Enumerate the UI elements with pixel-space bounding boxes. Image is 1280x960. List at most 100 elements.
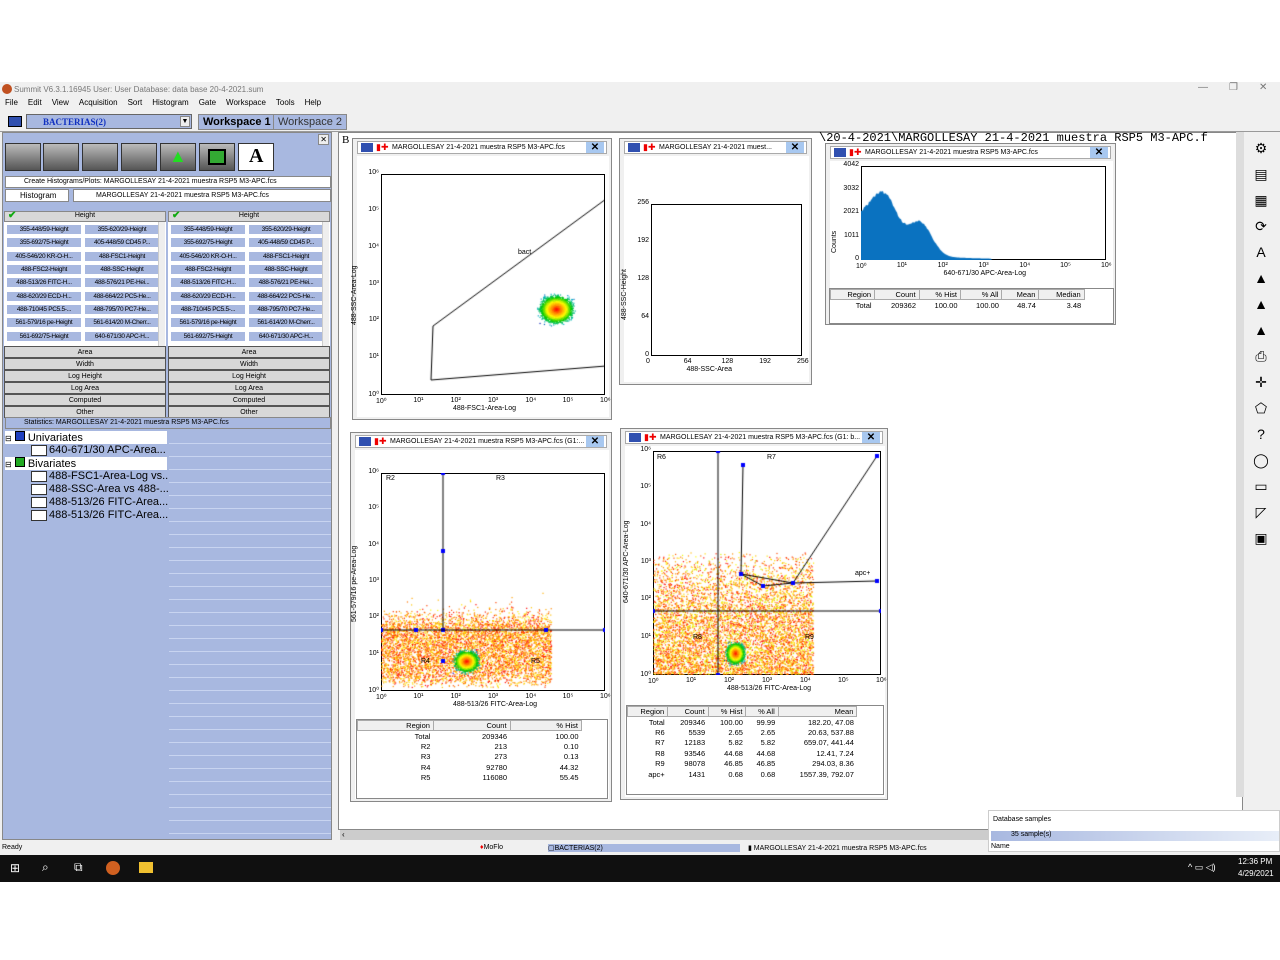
plot-title-bar[interactable]: ▮✚ MARGOLLESAY 21-4-2021 muest... ✕ bbox=[624, 141, 807, 154]
category-width[interactable]: Width bbox=[168, 358, 330, 370]
parameter-group-height[interactable]: ✔ Height bbox=[4, 210, 166, 222]
category-computed[interactable]: Computed bbox=[168, 394, 330, 406]
column-header[interactable]: Region bbox=[829, 289, 876, 300]
parameter-button[interactable]: 488-576/21 PE-Hei... bbox=[248, 277, 324, 289]
parameter-button[interactable]: 488-795/70 PC7-He... bbox=[84, 303, 160, 315]
plot-title-bar[interactable]: ▮✚ MARGOLLESAY 21-4-2021 muestra RSP5 M3-… bbox=[830, 146, 1111, 159]
gate-icon[interactable]: ⚙ bbox=[1248, 140, 1274, 162]
tag-icon[interactable]: ⬠ bbox=[1248, 400, 1274, 422]
menu-file[interactable]: File bbox=[5, 98, 18, 110]
menu-tools[interactable]: Tools bbox=[276, 98, 295, 110]
close-plot-button[interactable]: ✕ bbox=[1090, 147, 1108, 158]
parameter-button[interactable]: 355-620/29-Height bbox=[248, 224, 324, 235]
parameter-button[interactable]: 405-448/59 CD45 P... bbox=[84, 237, 160, 249]
parameter-button[interactable]: 488-664/22 PC5-He... bbox=[84, 290, 160, 302]
auto-icon[interactable]: A bbox=[1248, 244, 1274, 266]
category-log-height[interactable]: Log Height bbox=[4, 370, 166, 382]
parameter-button[interactable]: 488-664/22 PC5-He... bbox=[248, 290, 324, 302]
task-view-icon[interactable]: ⧉ bbox=[74, 860, 83, 875]
category-log-height[interactable]: Log Height bbox=[168, 370, 330, 382]
parameter-button[interactable]: 355-448/59-Height bbox=[6, 224, 82, 235]
parameter-button[interactable]: 488-576/21 PE-Hei... bbox=[84, 277, 160, 289]
parameter-button[interactable]: 488-795/70 PC7-He... bbox=[248, 303, 324, 315]
p5-plot-window[interactable]: ▮✚ MARGOLLESAY 21-4-2021 muestra RSP5 M3-… bbox=[620, 428, 888, 800]
menu-workspace[interactable]: Workspace bbox=[226, 98, 266, 110]
parameter-button[interactable]: 488-SSC-Height bbox=[248, 263, 324, 275]
parameter-button[interactable]: 488-SSC-Height bbox=[84, 263, 160, 275]
sample-dropdown[interactable]: MARGOLLESAY 21-4-2021 muestra RSP5 M3-AP… bbox=[73, 189, 331, 202]
parameter-button[interactable]: 488-FSC1-Height bbox=[248, 250, 324, 262]
menu-help[interactable]: Help bbox=[305, 98, 321, 110]
tree-item[interactable]: 488-SSC-Area vs 488-... bbox=[5, 483, 169, 496]
parameter-button[interactable]: 488-FSC2-Height bbox=[6, 263, 82, 275]
category-computed[interactable]: Computed bbox=[4, 394, 166, 406]
tree-item[interactable]: 488-513/26 FITC-Area... bbox=[5, 509, 168, 522]
plot-settings-icon[interactable] bbox=[834, 148, 846, 157]
polygon-icon[interactable]: ◸ bbox=[1248, 504, 1274, 526]
parameter-button[interactable]: 355-448/59-Height bbox=[170, 224, 246, 235]
column-header[interactable]: % Hist bbox=[918, 289, 962, 300]
rectangle-icon[interactable]: ▭ bbox=[1248, 478, 1274, 500]
parameter-button[interactable]: 561-579/16 pe-Height bbox=[6, 317, 82, 329]
column-header[interactable]: Region bbox=[357, 720, 434, 731]
system-tray-icons[interactable]: ^ ▭ ◁) bbox=[1188, 862, 1216, 873]
column-header[interactable]: % Hist bbox=[707, 706, 747, 717]
column-header[interactable]: Region bbox=[626, 706, 669, 717]
parameter-button[interactable]: 561-692/75-Height bbox=[170, 330, 246, 342]
column-header[interactable]: Count bbox=[874, 289, 920, 300]
restore-button[interactable]: ❐ bbox=[1229, 82, 1238, 93]
dotplot-tool-button[interactable] bbox=[199, 143, 235, 171]
column-header[interactable]: Mean bbox=[1001, 289, 1040, 300]
parameter-button[interactable]: 561-579/16 pe-Height bbox=[170, 317, 246, 329]
parameter-button[interactable]: 488-620/29 ECD-H... bbox=[6, 290, 82, 302]
menu-edit[interactable]: Edit bbox=[28, 98, 42, 110]
parameter-button[interactable]: 405-546/20 KR-O-H... bbox=[6, 250, 82, 262]
menu-gate[interactable]: Gate bbox=[199, 98, 216, 110]
parameter-button[interactable]: 355-692/75-Height bbox=[6, 237, 82, 249]
refresh-icon[interactable]: ⟳ bbox=[1248, 218, 1274, 240]
close-plot-button[interactable]: ✕ bbox=[586, 142, 604, 153]
close-plot-button[interactable]: ✕ bbox=[862, 432, 880, 443]
menu-sort[interactable]: Sort bbox=[128, 98, 143, 110]
text-tool-button[interactable]: A bbox=[238, 143, 274, 171]
parameter-button[interactable]: 488-513/26 FITC-H... bbox=[6, 277, 82, 289]
plot-title-bar[interactable]: ▮✚ MARGOLLESAY 21-4-2021 muestra RSP5 M3-… bbox=[355, 435, 607, 448]
overlay-icon[interactable]: ▦ bbox=[1248, 192, 1274, 214]
category-area[interactable]: Area bbox=[168, 346, 330, 358]
mountain2-icon[interactable]: ▲ bbox=[1248, 296, 1274, 318]
parameter-button[interactable]: 488-FSC2-Height bbox=[170, 263, 246, 275]
column-header[interactable]: Count bbox=[667, 706, 709, 717]
parameter-group-height[interactable]: ✔ Height bbox=[168, 210, 330, 222]
minimize-button[interactable]: — bbox=[1198, 82, 1208, 93]
sample-count-row[interactable]: 35 sample(s) bbox=[991, 831, 1279, 841]
mountain-icon[interactable]: ▲ bbox=[1248, 270, 1274, 292]
column-header[interactable]: % Hist bbox=[509, 720, 583, 731]
tree-item[interactable]: 488-FSC1-Area-Log vs... bbox=[5, 470, 171, 483]
cytometer-tool-button[interactable] bbox=[5, 143, 41, 171]
column-header[interactable]: Mean bbox=[777, 706, 858, 717]
summit-taskbar-icon[interactable] bbox=[106, 861, 120, 875]
plot-title-bar[interactable]: ▮✚ MARGOLLESAY 21-4-2021 muestra RSP5 M3-… bbox=[357, 141, 607, 154]
plot-title-bar[interactable]: ▮✚ MARGOLLESAY 21-4-2021 muestra RSP5 M3-… bbox=[625, 431, 883, 444]
parameter-button[interactable]: 640-671/30 APC-H... bbox=[248, 330, 324, 342]
category-area[interactable]: Area bbox=[4, 346, 166, 358]
parameter-button[interactable]: 561-614/20 M-Cherr... bbox=[248, 317, 324, 329]
parameter-button[interactable]: 488-620/29 ECD-H... bbox=[170, 290, 246, 302]
file-explorer-icon[interactable] bbox=[139, 862, 153, 873]
tree-item[interactable]: 488-513/26 FITC-Area... bbox=[5, 496, 168, 509]
tree-univariates[interactable]: ⊟ Univariates bbox=[5, 431, 167, 444]
plot-settings-icon[interactable] bbox=[628, 143, 640, 152]
category-log-area[interactable]: Log Area bbox=[4, 382, 166, 394]
close-plot-button[interactable]: ✕ bbox=[586, 436, 604, 447]
parameter-button[interactable]: 488-FSC1-Height bbox=[84, 250, 160, 262]
parameter-scrollbar[interactable] bbox=[322, 222, 329, 346]
parameter-button[interactable]: 561-692/75-Height bbox=[6, 330, 82, 342]
column-header[interactable]: Median bbox=[1038, 289, 1085, 300]
tab-workspace-2[interactable]: Workspace 2 bbox=[273, 114, 347, 130]
clock-date[interactable]: 4/29/2021 bbox=[1238, 869, 1274, 878]
parameter-button[interactable]: 405-448/59 CD45 P... bbox=[248, 237, 324, 249]
vertical-scrollbar[interactable] bbox=[1236, 132, 1244, 797]
search-icon[interactable]: ⌕ bbox=[42, 860, 49, 875]
histogram-tool-button[interactable]: ▲ bbox=[160, 143, 196, 171]
start-icon[interactable]: ⊞ bbox=[10, 861, 20, 875]
